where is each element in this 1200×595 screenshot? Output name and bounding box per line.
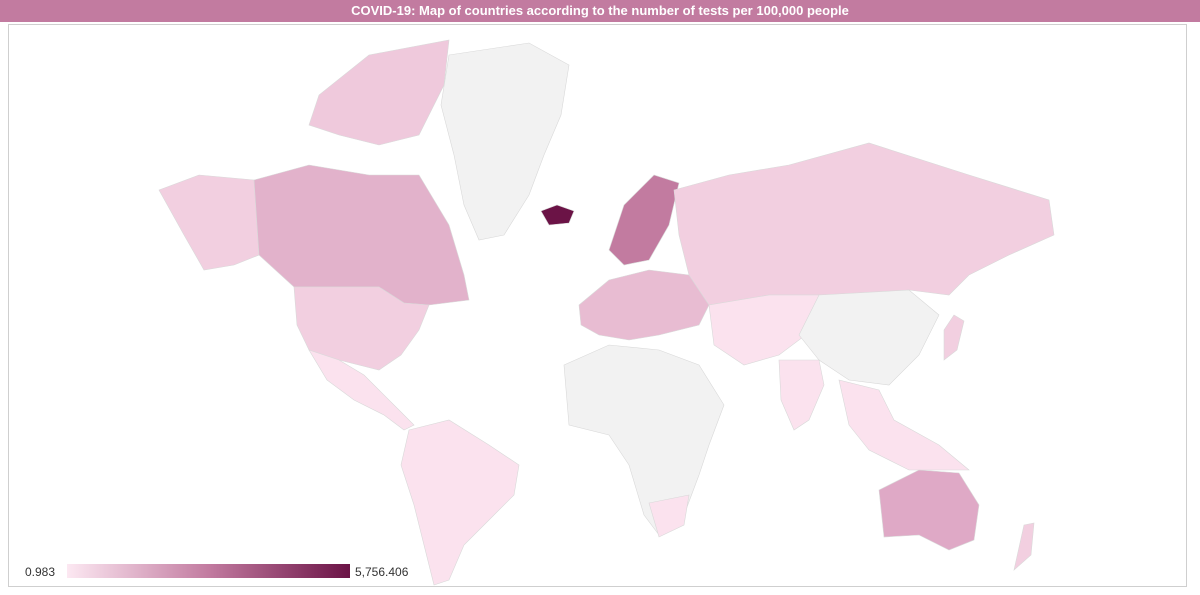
region-australia[interactable] xyxy=(878,469,980,551)
region-southeast-asia[interactable] xyxy=(838,379,970,471)
legend-max-label: 5,756.406 xyxy=(355,565,409,579)
region-europe[interactable] xyxy=(578,269,710,341)
world-map xyxy=(158,39,1055,586)
region-russia[interactable] xyxy=(673,142,1055,306)
map-frame: 0.983 5,756.406 xyxy=(8,24,1187,587)
legend-gradient-bar xyxy=(67,564,350,578)
region-south-america[interactable] xyxy=(400,419,520,586)
region-canada[interactable] xyxy=(253,164,470,306)
region-scandinavia[interactable] xyxy=(608,174,680,266)
region-new-zealand[interactable] xyxy=(1013,522,1035,571)
region-canada-islands[interactable] xyxy=(308,39,450,146)
legend-min-label: 0.983 xyxy=(25,565,56,579)
map-title: COVID-19: Map of countries according to … xyxy=(0,0,1200,22)
region-india[interactable] xyxy=(778,359,825,431)
region-africa[interactable] xyxy=(563,344,725,536)
region-alaska[interactable] xyxy=(158,174,260,271)
region-japan[interactable] xyxy=(943,314,965,361)
region-iceland[interactable] xyxy=(540,204,575,226)
